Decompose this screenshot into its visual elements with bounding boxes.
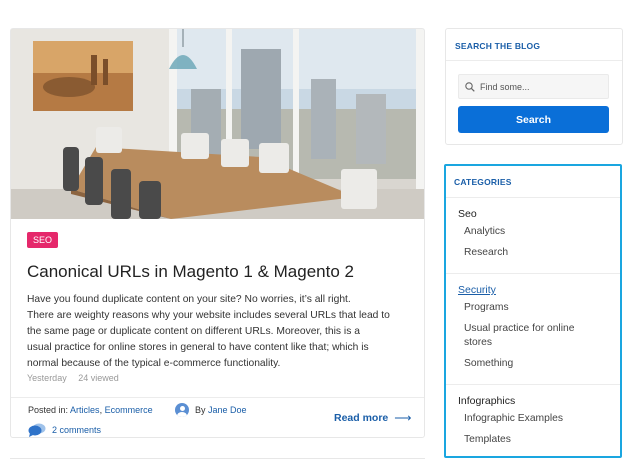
post-author: By Jane Doe [175, 403, 247, 417]
category-group-seo: Seo Analytics Research [446, 198, 620, 274]
post-title[interactable]: Canonical URLs in Magento 1 & Magento 2 [27, 261, 417, 283]
category-seo[interactable]: Seo [446, 208, 620, 220]
category-usual-practice[interactable]: Usual practice for online stores [446, 322, 596, 350]
comments-link[interactable]: 2 comments [28, 423, 101, 437]
user-avatar-icon [175, 403, 189, 417]
excerpt-line: Have you found duplicate content on your… [27, 294, 351, 305]
posted-in: Posted in: Articles, Ecommerce [28, 405, 153, 415]
categories-widget-title: CATEGORIES [446, 166, 620, 198]
search-widget-title: SEARCH THE BLOG [446, 29, 622, 61]
posted-in-label: Posted in: [28, 405, 69, 415]
search-input[interactable] [480, 81, 600, 92]
category-infographics[interactable]: Infographics [446, 395, 620, 407]
category-badge[interactable]: SEO [27, 232, 59, 248]
comment-bubble-icon [28, 423, 46, 437]
category-group-security: Security Programs Usual practice for onl… [446, 274, 620, 385]
category-infographic-examples[interactable]: Infographic Examples [446, 412, 596, 426]
arrow-right-icon: ⟶ [394, 411, 412, 425]
comments-count[interactable]: 2 comments [52, 425, 101, 435]
read-more-label: Read more [334, 412, 389, 424]
post-featured-image[interactable] [11, 29, 424, 219]
post-meta: Yesterday 24 viewed [27, 373, 128, 383]
categories-widget: CATEGORIES Seo Analytics Research Securi… [444, 164, 622, 458]
excerpt-line: There are weighty reasons why your websi… [27, 310, 390, 321]
category-something[interactable]: Something [446, 357, 596, 371]
search-icon [465, 81, 475, 92]
category-security[interactable]: Security [446, 284, 620, 296]
read-more-link[interactable]: Read more ⟶ [334, 411, 411, 425]
divider [10, 458, 425, 459]
post-date: Yesterday [27, 373, 67, 383]
author-prefix: By [195, 405, 206, 415]
post-views: 24 viewed [78, 373, 119, 383]
post-excerpt: Have you found duplicate content on your… [27, 292, 422, 372]
post-footer: Posted in: Articles, Ecommerce By Jane D… [11, 397, 424, 437]
search-widget: SEARCH THE BLOG Search [445, 28, 623, 145]
category-templates[interactable]: Templates [446, 433, 596, 447]
blog-post-card: SEO Canonical URLs in Magento 1 & Magent… [10, 28, 425, 438]
category-group-infographics: Infographics Infographic Examples Templa… [446, 385, 620, 460]
excerpt-line: the same page or duplicate content on di… [27, 326, 360, 337]
excerpt-line: usual practice for online stores in gene… [27, 342, 369, 353]
search-button[interactable]: Search [458, 106, 609, 133]
category-research[interactable]: Research [446, 246, 596, 260]
category-analytics[interactable]: Analytics [446, 225, 596, 239]
excerpt-line: normal because of the typical e-commerce… [27, 358, 281, 369]
author-link[interactable]: Jane Doe [208, 405, 247, 415]
search-field[interactable] [458, 74, 609, 99]
category-programs[interactable]: Programs [446, 301, 596, 315]
category-link-articles[interactable]: Articles [70, 405, 100, 415]
category-link-ecommerce[interactable]: Ecommerce [105, 405, 153, 415]
